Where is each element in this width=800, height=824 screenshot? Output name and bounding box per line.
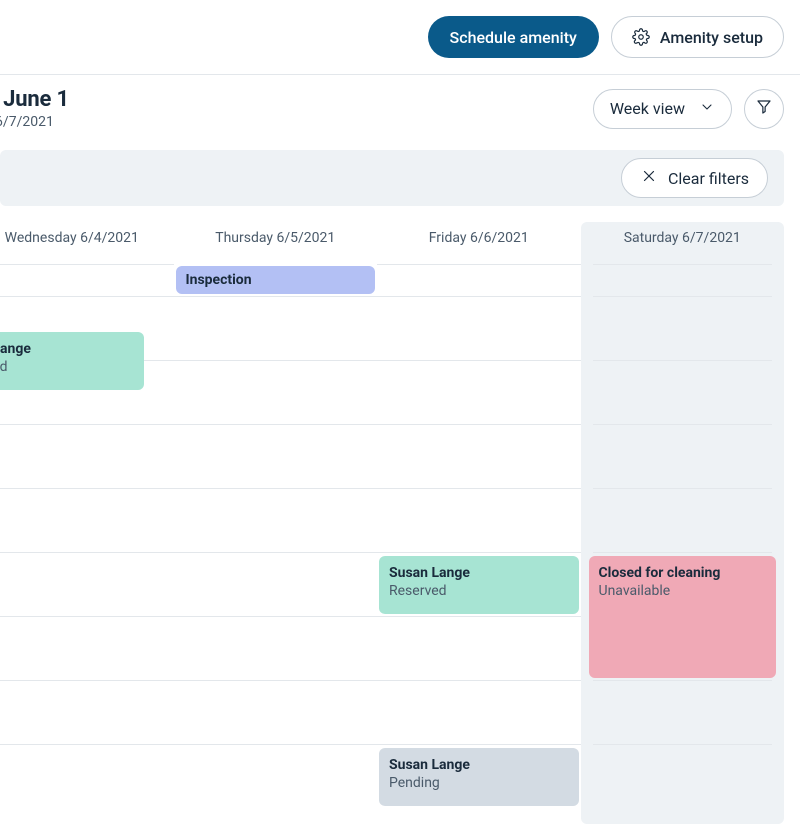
slot-line [0,744,174,745]
day-slots[interactable]: Inspection [174,264,378,824]
slot-line [377,488,581,489]
day-column-wed[interactable]: Wednesday 6/4/2021 Susan Lange Reserved [0,222,174,824]
event-status: Pending [389,774,569,792]
slot-line [174,488,378,489]
slot-line [377,360,581,361]
slot-line [174,616,378,617]
slot-line [0,552,174,553]
amenity-setup-button[interactable]: Amenity setup [611,16,784,58]
slot-line [377,296,581,297]
day-header: Wednesday 6/4/2021 [0,222,174,264]
event-status: Unavailable [599,582,767,600]
slot-line [174,680,378,681]
day-column-fri[interactable]: Friday 6/6/2021 Susan Lange Reserved Sus… [377,222,581,824]
day-slots[interactable]: Susan Lange Reserved Susan Lange Pending [377,264,581,824]
header-row: of June 1 1–6/7/2021 Week view [0,75,800,150]
day-slots[interactable]: Susan Lange Reserved [0,264,174,824]
day-slots[interactable]: Closed for cleaning Unavailable [581,264,785,824]
view-selector[interactable]: Week view [593,89,732,129]
slot-line [174,360,378,361]
slot-line [0,680,174,681]
day-header: Saturday 6/7/2021 [581,222,785,264]
clear-filters-label: Clear filters [668,169,749,188]
slot-line [377,552,581,553]
event-inspection[interactable]: Inspection [176,266,376,294]
view-selector-label: Week view [610,99,685,118]
filter-button[interactable] [744,89,784,129]
event-closed-cleaning[interactable]: Closed for cleaning Unavailable [589,556,777,678]
slot-line [0,616,174,617]
event-susan-reserved[interactable]: Susan Lange Reserved [0,332,144,390]
slot-line [593,360,773,361]
page-title: of June 1 [0,87,69,112]
event-susan-pending[interactable]: Susan Lange Pending [379,748,579,806]
slot-line [377,744,581,745]
slot-line [174,424,378,425]
day-column-sat[interactable]: Saturday 6/7/2021 Closed for cleaning Un… [581,222,785,824]
slot-line [593,488,773,489]
slot-line [593,264,773,265]
slot-line [593,296,773,297]
event-title: Susan Lange [389,564,569,582]
slot-line [0,264,174,265]
gear-icon [632,28,650,46]
close-icon [640,167,658,189]
slot-line [0,296,174,297]
slot-line [593,744,773,745]
slot-line [593,424,773,425]
slot-line [593,552,773,553]
slot-line [174,296,378,297]
slot-line [377,424,581,425]
chevron-down-icon [699,99,715,119]
slot-line [377,264,581,265]
event-title: Inspection [186,271,366,289]
clear-filters-button[interactable]: Clear filters [621,158,768,198]
event-title: Susan Lange [0,340,134,358]
slot-line [0,488,174,489]
event-susan-reserved[interactable]: Susan Lange Reserved [379,556,579,614]
slot-line [174,744,378,745]
day-header: Friday 6/6/2021 [377,222,581,264]
slot-line [593,680,773,681]
day-column-thu[interactable]: Thursday 6/5/2021 Inspection [174,222,378,824]
calendar-grid: Wednesday 6/4/2021 Susan Lange Reserved … [0,222,784,824]
slot-line [0,424,174,425]
top-actions: Schedule amenity Amenity setup [0,0,800,74]
slot-line [174,552,378,553]
slot-line [377,616,581,617]
event-title: Susan Lange [389,756,569,774]
date-range: 1–6/7/2021 [0,114,69,130]
schedule-amenity-button[interactable]: Schedule amenity [428,16,599,58]
event-title: Closed for cleaning [599,564,767,582]
filter-bar: Clear filters [0,150,784,206]
day-header: Thursday 6/5/2021 [174,222,378,264]
event-status: Reserved [389,582,569,600]
filter-icon [755,98,773,120]
amenity-setup-label: Amenity setup [660,28,763,47]
slot-line [377,680,581,681]
event-status: Reserved [0,358,134,376]
